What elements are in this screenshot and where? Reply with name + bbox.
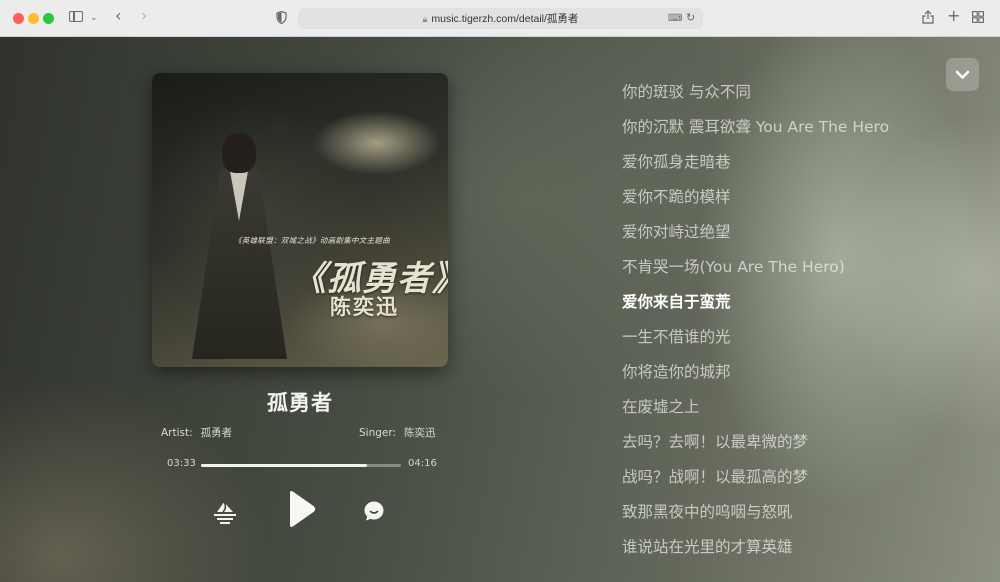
collapse-button[interactable] — [946, 58, 979, 91]
lyric-line[interactable]: 你将造你的城邦 — [622, 362, 982, 397]
chevron-down-icon — [955, 70, 970, 79]
play-icon — [290, 491, 316, 527]
lyrics-list: 你的斑驳 与众不同 你的沉默 震耳欲聋 You Are The Hero 爱你孤身走… — [622, 82, 982, 572]
lyric-line[interactable]: 爱你不跪的模样 — [622, 187, 982, 222]
reload-icon[interactable]: ↻ — [686, 11, 695, 25]
play-button[interactable] — [284, 489, 318, 529]
lyric-line[interactable]: 致那黑夜中的呜咽与怒吼 — [622, 502, 982, 537]
chevron-down-icon[interactable]: ⌄ — [90, 11, 98, 25]
comment-icon — [364, 501, 384, 521]
player-page: 《英雄联盟：双城之战》动画剧集中文主题曲 《孤勇者》 陈奕迅 孤勇者 Artis… — [0, 37, 1000, 582]
lyric-line[interactable]: 战吗？战啊！以最孤高的梦 — [622, 467, 982, 502]
lock-icon: 🔒︎ — [422, 14, 428, 24]
new-tab-icon[interactable]: + — [947, 8, 960, 24]
browser-toolbar: ⌄ ‹ › 🔒︎ music.tigerzh.com/detail/孤勇者 ⌨ ↻… — [0, 0, 1000, 37]
sidebar-toggle-icon[interactable] — [69, 11, 83, 22]
privacy-shield-icon[interactable] — [276, 10, 287, 28]
artist-info: Artist: 孤勇者 — [161, 425, 232, 440]
cover-artist: 陈奕迅 — [330, 295, 399, 319]
lyric-line[interactable]: 一生不借谁的光 — [622, 327, 982, 362]
lyric-line[interactable]: 在废墟之上 — [622, 397, 982, 432]
lyric-line[interactable]: 爱你对峙过绝望 — [622, 222, 982, 257]
artist-label: Artist: — [161, 427, 193, 439]
zoom-window-button[interactable] — [43, 13, 54, 24]
minimize-window-button[interactable] — [28, 13, 39, 24]
total-time: 04:16 — [408, 458, 437, 469]
singer-info: Singer: 陈奕迅 — [359, 425, 436, 440]
album-cover: 《英雄联盟：双城之战》动画剧集中文主题曲 《孤勇者》 陈奕迅 — [152, 73, 448, 367]
address-bar[interactable]: 🔒︎ music.tigerzh.com/detail/孤勇者 ⌨ ↻ — [298, 8, 703, 29]
artist-value: 孤勇者 — [200, 427, 233, 439]
song-title: 孤勇者 — [267, 391, 333, 415]
play-mode-button[interactable] — [211, 499, 239, 525]
lyric-line[interactable]: 谁说站在光里的才算英雄 — [622, 537, 982, 572]
tab-overview-icon[interactable] — [972, 11, 984, 27]
current-time: 03:33 — [167, 458, 196, 469]
lyric-line-active[interactable]: 爱你来自于蛮荒 — [622, 292, 982, 327]
lyric-line[interactable]: 你的斑驳 与众不同 — [622, 82, 982, 117]
cover-subtitle: 《英雄联盟：双城之战》动画剧集中文主题曲 — [234, 236, 390, 245]
url-text: music.tigerzh.com/detail/孤勇者 — [431, 13, 579, 25]
share-icon[interactable] — [922, 10, 934, 28]
close-window-button[interactable] — [13, 13, 24, 24]
singer-value: 陈奕迅 — [404, 427, 436, 439]
progress-bar[interactable] — [201, 464, 401, 467]
play-mode-icon — [214, 501, 236, 524]
singer-label: Singer: — [359, 427, 397, 439]
forward-icon[interactable]: › — [141, 8, 147, 24]
comment-button[interactable] — [362, 499, 386, 523]
lyric-line[interactable]: 爱你孤身走暗巷 — [622, 152, 982, 187]
progress-fill — [201, 464, 367, 467]
translate-icon[interactable]: ⌨ — [668, 12, 682, 26]
back-icon[interactable]: ‹ — [115, 8, 121, 24]
lyric-line[interactable]: 你的沉默 震耳欲聋 You Are The Hero — [622, 117, 982, 152]
lyric-line[interactable]: 去吗？去啊！以最卑微的梦 — [622, 432, 982, 467]
lyric-line[interactable]: 不肯哭一场(You Are The Hero) — [622, 257, 982, 292]
